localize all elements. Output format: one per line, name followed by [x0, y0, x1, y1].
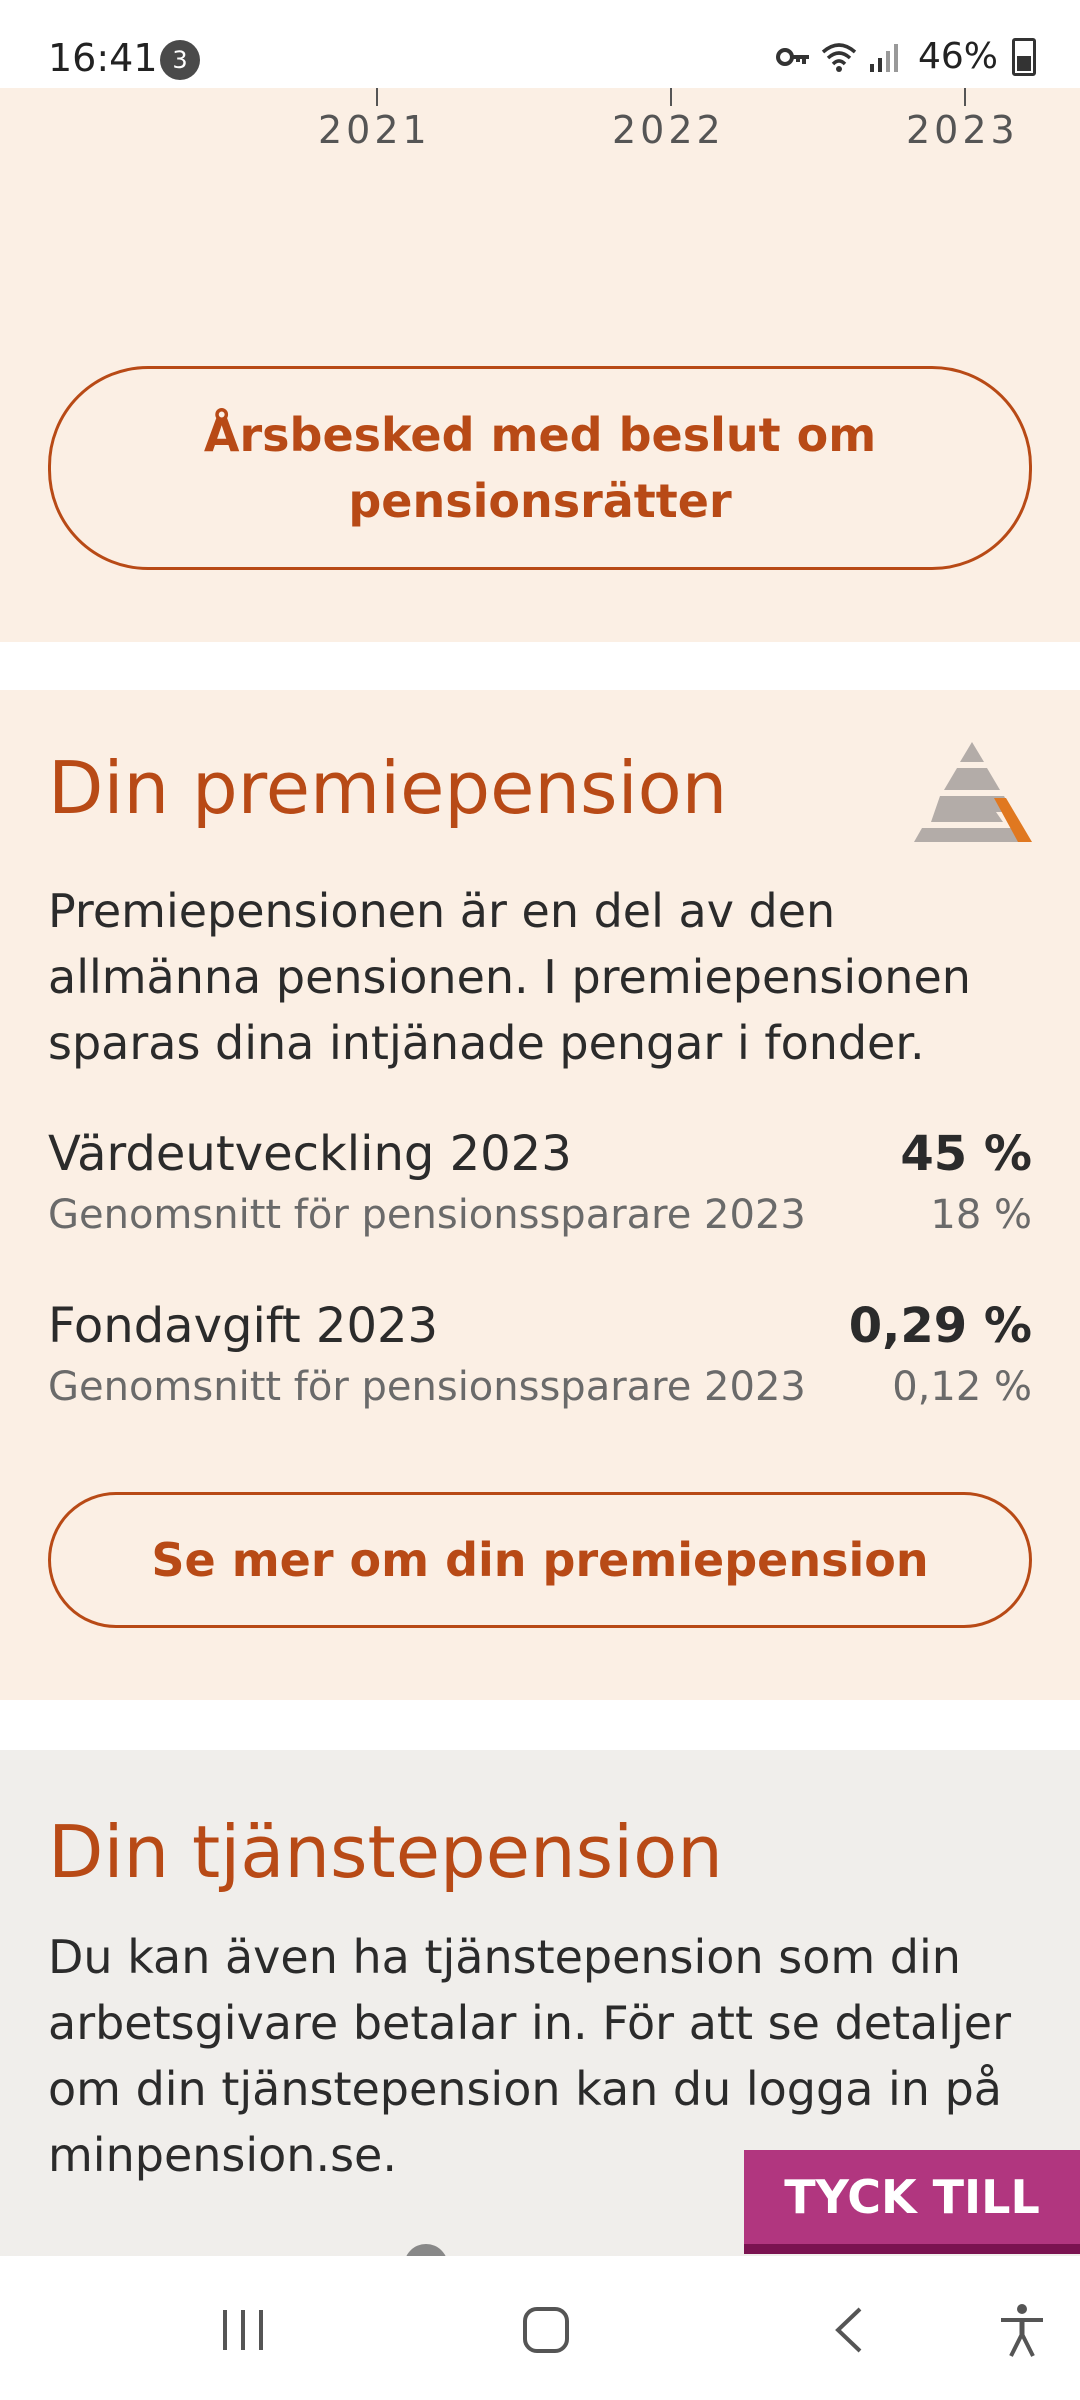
accessibility-icon — [1001, 2304, 1043, 2357]
fund-fee-label: Fondavgift 2023 — [48, 1298, 439, 1354]
home-button[interactable] — [516, 2300, 576, 2360]
signal-icon — [869, 43, 898, 72]
x-axis-label-2023: 2023 — [906, 108, 1019, 152]
premiepension-title: Din premiepension — [48, 746, 728, 830]
annual-statement-button-label: Årsbesked med beslut om pensionsrätter — [203, 408, 877, 528]
pension-chart-section: 2021 2022 2023 Årsbesked med beslut om p… — [0, 88, 1080, 642]
battery-icon — [1012, 37, 1036, 76]
feedback-button-label: TYCK TILL — [784, 2170, 1040, 2224]
home-icon — [523, 2307, 569, 2353]
navigation-bar — [0, 2256, 1080, 2400]
fund-fee-average-value: 0,12 % — [892, 1364, 1032, 1410]
status-time: 16:41 — [48, 36, 158, 80]
x-axis-tick — [670, 88, 672, 106]
value-growth-average-label: Genomsnitt för pensionssparare 2023 — [48, 1192, 806, 1238]
tjanstepension-description: Du kan även ha tjänstepension som din ar… — [48, 1930, 1011, 2182]
value-growth-row: Värdeutveckling 2023 45 % Genomsnitt för… — [48, 1126, 1032, 1238]
premiepension-section: Din premiepension Premiepensionen är en … — [0, 690, 1080, 1700]
fund-fee-average-label: Genomsnitt för pensionssparare 2023 — [48, 1364, 806, 1410]
value-growth-label: Värdeutveckling 2023 — [48, 1126, 572, 1182]
accessibility-button[interactable] — [992, 2300, 1052, 2360]
x-axis-label-2021: 2021 — [318, 108, 431, 152]
feedback-button[interactable]: TYCK TILL — [744, 2150, 1080, 2254]
premiepension-description: Premiepensionen är en del av den allmänn… — [48, 884, 971, 1070]
wifi-icon — [821, 42, 857, 72]
notification-count-badge: 3 — [160, 40, 200, 80]
value-growth-value: 45 % — [900, 1126, 1032, 1182]
pyramid-icon — [914, 742, 1032, 842]
more-premiepension-button-label: Se mer om din premiepension — [151, 1533, 929, 1587]
fund-fee-row: Fondavgift 2023 0,29 % Genomsnitt för pe… — [48, 1298, 1032, 1410]
status-icons: 46% — [774, 36, 1036, 77]
x-axis-tick — [376, 88, 378, 106]
recent-apps-button[interactable] — [214, 2300, 274, 2360]
annual-statement-button[interactable]: Årsbesked med beslut om pensionsrätter — [48, 366, 1032, 570]
more-premiepension-button[interactable]: Se mer om din premiepension — [48, 1492, 1032, 1628]
back-icon — [835, 2307, 862, 2353]
x-axis-tick — [964, 88, 966, 106]
fund-fee-value: 0,29 % — [848, 1298, 1032, 1354]
back-button[interactable] — [820, 2300, 880, 2360]
x-axis-label-2022: 2022 — [612, 108, 725, 152]
battery-percentage: 46% — [917, 36, 998, 77]
tjanstepension-title: Din tjänstepension — [48, 1810, 723, 1894]
recent-apps-icon — [223, 2310, 263, 2350]
status-bar: 16:41 3 46% — [0, 0, 1080, 88]
value-growth-average-value: 18 % — [930, 1192, 1032, 1238]
vpn-key-icon — [775, 47, 809, 66]
